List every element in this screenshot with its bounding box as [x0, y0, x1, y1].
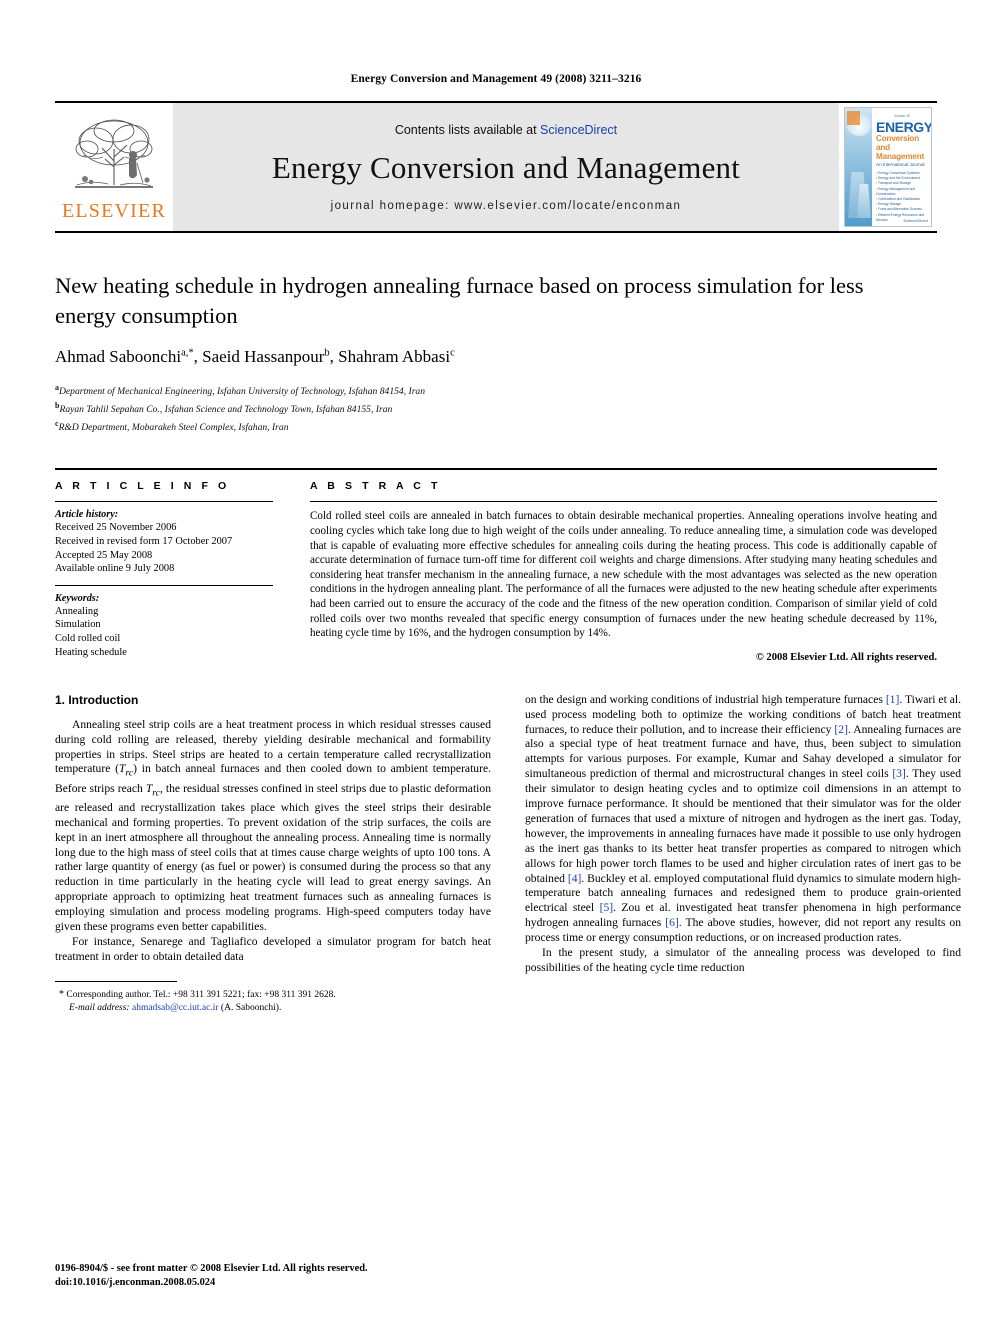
contents-available-line: Contents lists available at ScienceDirec… — [395, 123, 617, 137]
article-info-column: A R T I C L E I N F O Article history: R… — [55, 480, 305, 662]
keyword-item: Simulation — [55, 619, 101, 631]
paragraph: on the design and working conditions of … — [525, 692, 962, 945]
citation-link[interactable]: [3] — [892, 767, 906, 780]
journal-cover-cell: Volume 49 ENERGY Conversion and Manageme… — [839, 103, 937, 231]
affiliation-item: bRayan Tahlil Sepahan Co., Isfahan Scien… — [55, 400, 393, 415]
page-title: New heating schedule in hydrogen anneali… — [55, 273, 864, 328]
author-name: Shahram Abbasi — [338, 347, 451, 366]
cover-topic-item: Energy Management and Conservation — [876, 187, 928, 197]
article-info-heading: A R T I C L E I N F O — [55, 480, 230, 493]
article-history-item: Received 25 November 2006 — [55, 522, 177, 534]
issn-footer: 0196-8904/$ - see front matter © 2008 El… — [55, 1262, 495, 1289]
journal-masthead: ELSEVIER Contents lists available at Sci… — [55, 101, 937, 233]
symbol-recrystallization-temperature: Trc — [145, 781, 160, 798]
cover-art-band — [845, 108, 872, 226]
info-abstract-section: A R T I C L E I N F O Article history: R… — [55, 468, 937, 663]
abstract-column: A B S T R A C T Cold rolled steel coils … — [305, 480, 937, 663]
doi-line: doi:10.1016/j.enconman.2008.05.024 — [55, 1276, 216, 1288]
footnote-contact-line: Corresponding author. Tel.: +98 311 391 … — [66, 989, 336, 1000]
divider — [310, 501, 937, 503]
issn-line: 0196-8904/$ - see front matter © 2008 El… — [55, 1263, 368, 1275]
body-column-right: on the design and working conditions of … — [525, 693, 961, 1016]
footnote-marker: * — [59, 988, 64, 1000]
contents-prefix: Contents lists available at — [394, 122, 541, 137]
elsevier-logo: ELSEVIER — [55, 103, 173, 231]
body-column-left: 1. Introduction Annealing steel strip co… — [55, 693, 491, 1016]
title-block: New heating schedule in hydrogen anneali… — [55, 271, 937, 434]
author-affiliation-mark: a,* — [181, 347, 194, 359]
keyword-item: Cold rolled coil — [55, 632, 121, 644]
affiliation-item: cR&D Department, Mobarakeh Steel Complex… — [55, 418, 289, 433]
cover-text-area: Volume 49 ENERGY Conversion and Manageme… — [872, 108, 931, 226]
corresponding-author-note: * Corresponding author. Tel.: +98 311 39… — [55, 988, 491, 1015]
section-heading-introduction: 1. Introduction — [55, 692, 139, 707]
symbol-recrystallization-temperature: Trc — [118, 762, 134, 779]
author-name: Ahmad Saboonchi — [55, 347, 182, 366]
cover-topic-item: Fuels and Alternative Sources — [876, 207, 928, 212]
sciencedirect-link[interactable]: ScienceDirect — [540, 123, 617, 137]
cover-subtitle: An International Journal — [876, 162, 925, 167]
journal-homepage[interactable]: journal homepage: www.elsevier.com/locat… — [331, 200, 682, 212]
paragraph: Annealing steel strip coils are a heat t… — [55, 717, 491, 934]
elsevier-tree-icon — [71, 115, 157, 199]
journal-title: Energy Conversion and Management — [271, 149, 741, 185]
citation-link[interactable]: [2] — [834, 723, 848, 736]
corresponding-author-email[interactable]: ahmadsab@cc.iut.ac.ir — [132, 1003, 219, 1013]
citation-link[interactable]: [1] — [886, 693, 900, 706]
citation-link[interactable]: [5] — [600, 901, 614, 914]
paragraph: In the present study, a simulator of the… — [525, 946, 961, 974]
paper-page: Energy Conversion and Management 49 (200… — [0, 0, 992, 1323]
keyword-item: Annealing — [55, 605, 99, 617]
author-name: Saeid Hassanpour — [202, 347, 325, 366]
abstract-text: Cold rolled steel coils are annealed in … — [310, 510, 937, 640]
article-history-list: Received 25 November 2006 Received in rev… — [55, 521, 273, 575]
journal-cover-thumbnail: Volume 49 ENERGY Conversion and Manageme… — [844, 107, 932, 227]
keywords-list: Annealing Simulation Cold rolled coil Heati… — [55, 605, 273, 659]
running-head: Energy Conversion and Management 49 (200… — [350, 73, 642, 85]
cover-title-energy: ENERGY — [876, 119, 932, 135]
author-affiliation-mark: b — [324, 347, 330, 359]
cover-brand-label: ScienceDirect — [903, 218, 928, 223]
keywords-label: Keywords: — [55, 592, 100, 604]
email-label: E-mail address: — [69, 1003, 130, 1014]
abstract-copyright: © 2008 Elsevier Ltd. All rights reserved… — [755, 651, 937, 663]
journal-header-band: Contents lists available at ScienceDirec… — [173, 103, 839, 231]
affiliation-item: aDepartment of Mechanical Engineering, I… — [55, 383, 426, 398]
keyword-item: Heating schedule — [55, 646, 127, 658]
article-history-item: Accepted 25 May 2008 — [55, 549, 153, 561]
citation-link[interactable]: [4] — [568, 872, 582, 885]
article-history-item: Received in revised form 17 October 2007 — [55, 535, 233, 547]
body-columns: 1. Introduction Annealing steel strip co… — [55, 693, 961, 1016]
affiliation-list: aDepartment of Mechanical Engineering, I… — [55, 381, 937, 434]
divider — [55, 501, 273, 503]
cover-topics-list: Energy Conversion SystemsEnergy and the … — [876, 171, 928, 223]
article-history-item: Available online 9 July 2008 — [55, 563, 175, 575]
cover-title-management: Management — [876, 152, 925, 161]
email-suffix: (A. Saboonchi). — [220, 1003, 282, 1014]
paragraph: For instance, Senarege and Tagliafico de… — [55, 935, 491, 963]
cover-issue-line: Volume 49 — [893, 114, 911, 118]
abstract-heading: A B S T R A C T — [310, 480, 441, 493]
cover-elsevier-badge-icon — [847, 111, 860, 125]
article-history-label: Article history: — [55, 509, 119, 521]
divider — [55, 584, 273, 586]
cover-title-conversion: Conversion and — [876, 134, 920, 152]
author-list: Ahmad Saboonchia,*, Saeid Hassanpourb, S… — [55, 347, 455, 366]
citation-link[interactable]: [6] — [665, 916, 679, 929]
footnote-block: * Corresponding author. Tel.: +98 311 39… — [55, 980, 491, 1015]
elsevier-wordmark: ELSEVIER — [61, 200, 167, 222]
author-affiliation-mark: c — [450, 347, 455, 359]
footnote-divider — [55, 980, 177, 982]
